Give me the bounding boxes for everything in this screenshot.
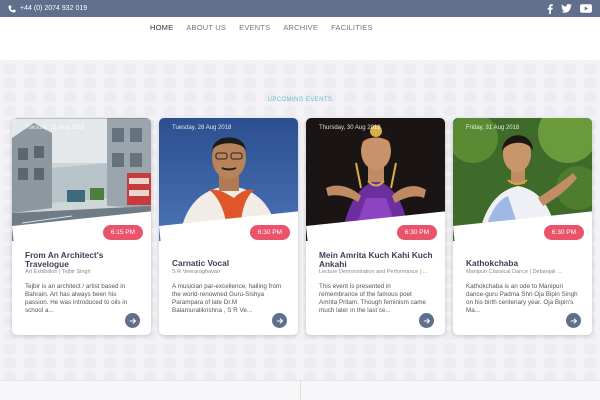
phone-number: +44 (0) 2074 932 019 [20, 5, 88, 12]
arrow-right-icon [129, 312, 137, 330]
read-more-button[interactable] [566, 313, 581, 328]
event-card[interactable]: Tuesday, 21 Aug 2018 6:15 PM From An Arc… [12, 118, 151, 335]
read-more-button[interactable] [125, 313, 140, 328]
event-meta: Manipuri Classical Dance | Debanjali ... [466, 269, 588, 275]
event-time-badge: 6:30 PM [249, 225, 290, 240]
main-navigation: HOME ABOUT US EVENTS ARCHIVE FACILITIES [0, 17, 600, 60]
event-description: Kathokchaba is an ode to Manipuri dance-… [466, 283, 578, 314]
event-person: Debanjali ... [532, 269, 562, 275]
event-category: S R Veeraraghavan [172, 269, 221, 275]
footer-divider [300, 380, 301, 400]
event-meta: Art Exhibition | Tejbir Singh [25, 269, 147, 275]
event-person: ... [422, 269, 428, 275]
event-category: Manipuri Classical Dance [466, 269, 529, 275]
event-date: Friday, 31 Aug 2018 [466, 125, 520, 131]
event-card[interactable]: Friday, 31 Aug 2018 6:30 PM Kathokchaba … [453, 118, 592, 335]
social-links [547, 3, 592, 14]
event-description: This event is presented in remembrance o… [319, 283, 426, 314]
event-title[interactable]: Carnatic Vocal [172, 259, 290, 268]
event-title[interactable]: Kathokchaba [466, 259, 584, 268]
event-time-badge: 6:15 PM [102, 225, 143, 240]
phone-icon [8, 5, 16, 13]
twitter-icon[interactable] [561, 4, 572, 13]
event-title[interactable]: Mein Amrita Kuch Kahi Kuch Ankahi [319, 251, 437, 269]
section-title: UPCOMING EVENTS [267, 97, 333, 103]
arrow-right-icon [276, 312, 284, 330]
read-more-button[interactable] [419, 313, 434, 328]
phone-contact[interactable]: +44 (0) 2074 932 019 [8, 5, 87, 13]
event-description: Tejbir is an architect / artist based in… [25, 283, 128, 314]
nav-events[interactable]: EVENTS [239, 23, 270, 32]
event-date: Tuesday, 21 Aug 2018 [25, 125, 85, 131]
event-card[interactable]: Tuesday, 28 Aug 2018 6:30 PM Carnatic Vo… [159, 118, 298, 335]
nav-home[interactable]: HOME [150, 23, 173, 32]
youtube-icon[interactable] [580, 4, 592, 13]
event-date: Thursday, 30 Aug 2018 [319, 125, 381, 131]
event-category: Lecture Demonstration and Performance [319, 269, 419, 275]
event-description: A musician par-excellence, hailing from … [172, 283, 282, 314]
event-category: Art Exhibition [25, 269, 58, 275]
arrow-right-icon [423, 312, 431, 330]
event-title[interactable]: From An Architect's Travelogue [25, 251, 143, 269]
nav-facilities[interactable]: FACILITIES [331, 23, 373, 32]
read-more-button[interactable] [272, 313, 287, 328]
facebook-icon[interactable] [547, 3, 553, 14]
event-date: Tuesday, 28 Aug 2018 [172, 125, 232, 131]
event-time-badge: 6:30 PM [543, 225, 584, 240]
event-card[interactable]: Thursday, 30 Aug 2018 6:30 PM Mein Amrit… [306, 118, 445, 335]
event-meta: Lecture Demonstration and Performance | … [319, 269, 441, 275]
top-bar: +44 (0) 2074 932 019 [0, 0, 600, 17]
event-person: Tejbir Singh [61, 269, 91, 275]
arrow-right-icon [570, 312, 578, 330]
nav-archive[interactable]: ARCHIVE [283, 23, 318, 32]
event-time-badge: 6:30 PM [396, 225, 437, 240]
nav-about-us[interactable]: ABOUT US [186, 23, 226, 32]
